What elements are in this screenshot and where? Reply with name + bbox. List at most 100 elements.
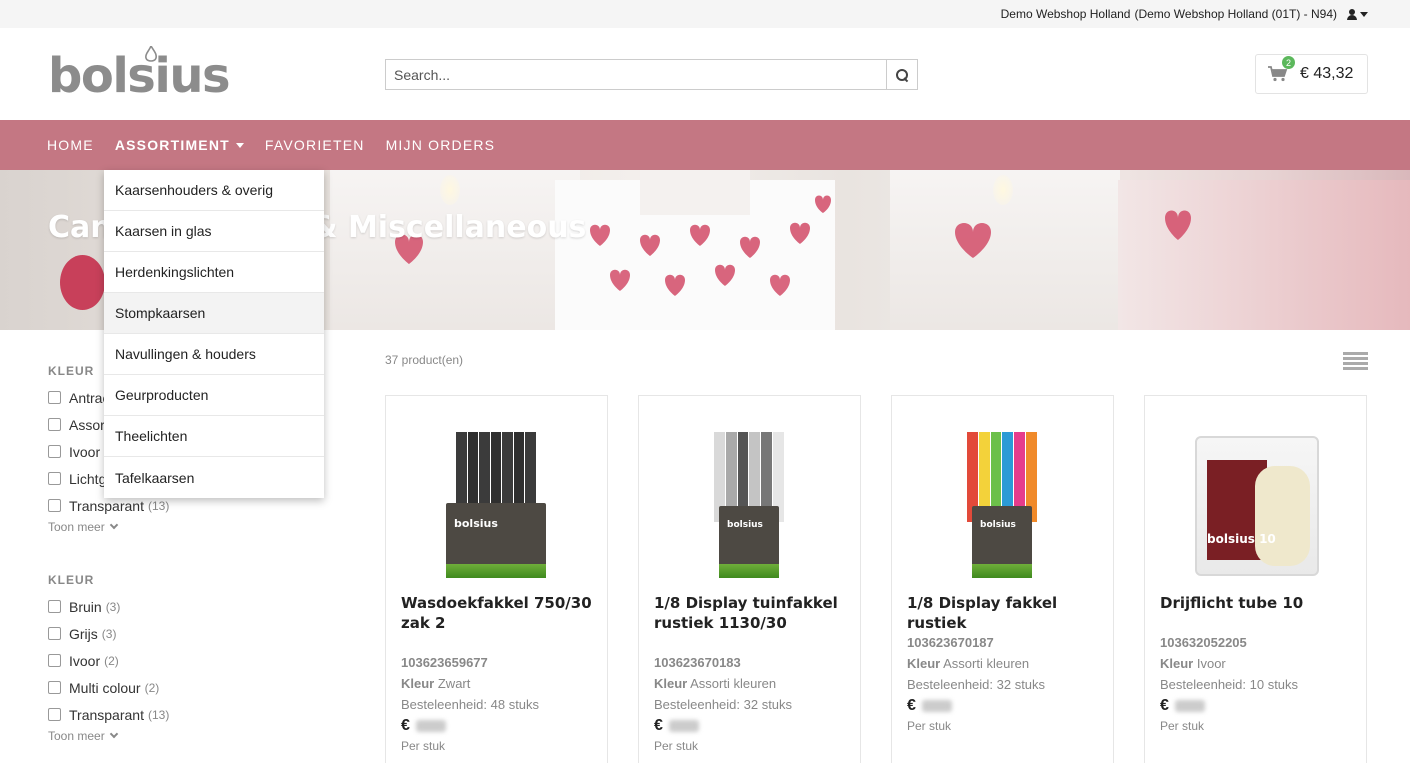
filter-option-count: (13) [147,707,170,722]
filter-option[interactable]: Grijs (3) [48,620,298,647]
product-color: Kleur Zwart [401,673,601,694]
product-name[interactable]: 1/8 Display tuinfakkel rustiek 1130/30 [654,593,849,633]
nav-home[interactable]: HOME [47,137,94,153]
header: bolsius 2 € 43,32 [0,28,1410,120]
checkbox[interactable] [48,627,61,640]
product-card[interactable]: bolsius Wasdoekfakkel 750/30 zak 2 10362… [385,395,608,763]
filter-option[interactable]: Transparant (13) [48,701,298,728]
nav-assortiment[interactable]: ASSORTIMENT [115,137,244,153]
main-nav: HOME ASSORTIMENT FAVORIETEN MIJN ORDERS [0,120,1410,170]
product-sku: 103623670187 [907,635,994,650]
checkbox[interactable] [48,600,61,613]
product-card[interactable]: bolsius 1/8 Display tuinfakkel rustiek 1… [638,395,861,763]
product-color: Kleur Assorti kleuren [907,653,1107,674]
product-image[interactable]: bolsius 10 [1195,436,1319,576]
dropdown-item-theelichten[interactable]: Theelichten [104,416,324,457]
user-icon [1347,8,1357,20]
cart-total: € 43,32 [1300,65,1354,82]
product-image[interactable]: bolsius [952,432,1052,578]
product-price: € [1160,695,1360,716]
shop-name: Demo Webshop Holland [1000,7,1131,21]
nav-mijn-orders[interactable]: MIJN ORDERS [386,137,496,153]
product-order-unit: Besteleenheid: 48 stuks [401,697,540,712]
filter-option-label: Transparant [69,706,144,723]
dropdown-item-herdenkingslichten[interactable]: Herdenkingslichten [104,252,324,293]
checkbox[interactable] [48,499,61,512]
product-color-value: Assorti kleuren [943,656,1030,671]
checkbox[interactable] [48,418,61,431]
filter-option-count: (2) [144,680,160,695]
product-color: Kleur Assorti kleuren [654,673,854,694]
product-color-label: Kleur [401,676,435,691]
dropdown-item-kaarsenhouders[interactable]: Kaarsenhouders & overig [104,170,324,211]
checkbox[interactable] [48,445,61,458]
dropdown-item-navullingen[interactable]: Navullingen & houders [104,334,324,375]
show-more-label: Toon meer [48,520,105,534]
nav-favorieten[interactable]: FAVORIETEN [265,137,365,153]
product-image[interactable]: bolsius [446,432,546,578]
dropdown-item-stompkaarsen[interactable]: Stompkaarsen [104,293,324,334]
product-per-unit: Per stuk [907,719,952,733]
filter-option-label: Transparant [69,497,144,514]
cart-count-badge: 2 [1282,56,1295,69]
price-hidden [415,719,446,732]
list-view-icon[interactable] [1343,352,1368,371]
checkbox[interactable] [48,472,61,485]
product-color-value: Ivoor [1196,656,1226,671]
price-hidden [1174,699,1205,712]
price-currency: € [401,717,410,734]
price-currency: € [1160,697,1169,714]
show-more-link[interactable]: Toon meer [48,520,298,534]
product-name[interactable]: Drijflicht tube 10 [1160,593,1355,613]
assortiment-dropdown: Kaarsenhouders & overig Kaarsen in glas … [104,170,324,498]
product-color-value: Assorti kleuren [690,676,777,691]
search-input[interactable] [386,60,886,89]
filter-option[interactable]: Bruin (3) [48,593,298,620]
cart-button[interactable]: 2 € 43,32 [1255,54,1368,94]
nav-assortiment-label: ASSORTIMENT [114,137,230,153]
filter-option[interactable]: Ivoor (2) [48,647,298,674]
dropdown-item-tafelkaarsen[interactable]: Tafelkaarsen [104,457,324,498]
product-card[interactable]: bolsius 1/8 Display fakkel rustiek 10362… [891,395,1114,763]
checkbox[interactable] [48,708,61,721]
checkbox[interactable] [48,391,61,404]
product-price: € [907,695,1107,716]
checkbox[interactable] [48,654,61,667]
show-more-link[interactable]: Toon meer [48,729,298,743]
filter-option-label: Ivoor [69,443,101,460]
top-bar: Demo Webshop Holland (Demo Webshop Holla… [0,0,1410,28]
product-per-unit: Per stuk [1160,719,1205,733]
product-order-unit: Besteleenheid: 32 stuks [907,677,1046,692]
dropdown-item-kaarsen-in-glas[interactable]: Kaarsen in glas [104,211,324,252]
search-button[interactable] [886,60,917,89]
caret-down-icon [1360,11,1368,17]
product-meta: 103623659677 Kleur Zwart Besteleenheid: … [401,652,601,757]
cart-icon: 2 [1268,56,1295,82]
product-sku: 103623659677 [401,655,488,670]
product-meta: 103632052205 Kleur Ivoor Besteleenheid: … [1160,632,1360,737]
filter-option-label: Multi colour [69,679,141,696]
logo[interactable]: bolsius [48,46,231,104]
chevron-down-icon [109,520,118,530]
filter-option-count: (2) [104,653,119,668]
product-sku: 103623670183 [654,655,741,670]
product-name[interactable]: Wasdoekfakkel 750/30 zak 2 [401,593,596,633]
filter-option[interactable]: Multi colour (2) [48,674,298,701]
filter-option-count: (13) [147,498,170,513]
account-name: (Demo Webshop Holland (01T) - N94) [1134,7,1337,21]
dropdown-item-geurproducten[interactable]: Geurproducten [104,375,324,416]
filter-option-count: (3) [105,599,121,614]
product-color-label: Kleur [907,656,941,671]
product-card[interactable]: bolsius 10 Drijflicht tube 10 1036320522… [1144,395,1367,763]
search-icon [896,68,908,81]
search-bar [385,59,918,90]
checkbox[interactable] [48,681,61,694]
user-menu[interactable] [1347,8,1368,20]
product-image[interactable]: bolsius [699,432,799,578]
product-price: € [401,715,601,736]
product-count: 37 product(en) [385,353,464,367]
product-order-unit: Besteleenheid: 32 stuks [654,697,793,712]
product-meta: 103623670187 Kleur Assorti kleuren Beste… [907,632,1107,737]
product-name[interactable]: 1/8 Display fakkel rustiek [907,593,1102,633]
product-color-value: Zwart [437,676,471,691]
